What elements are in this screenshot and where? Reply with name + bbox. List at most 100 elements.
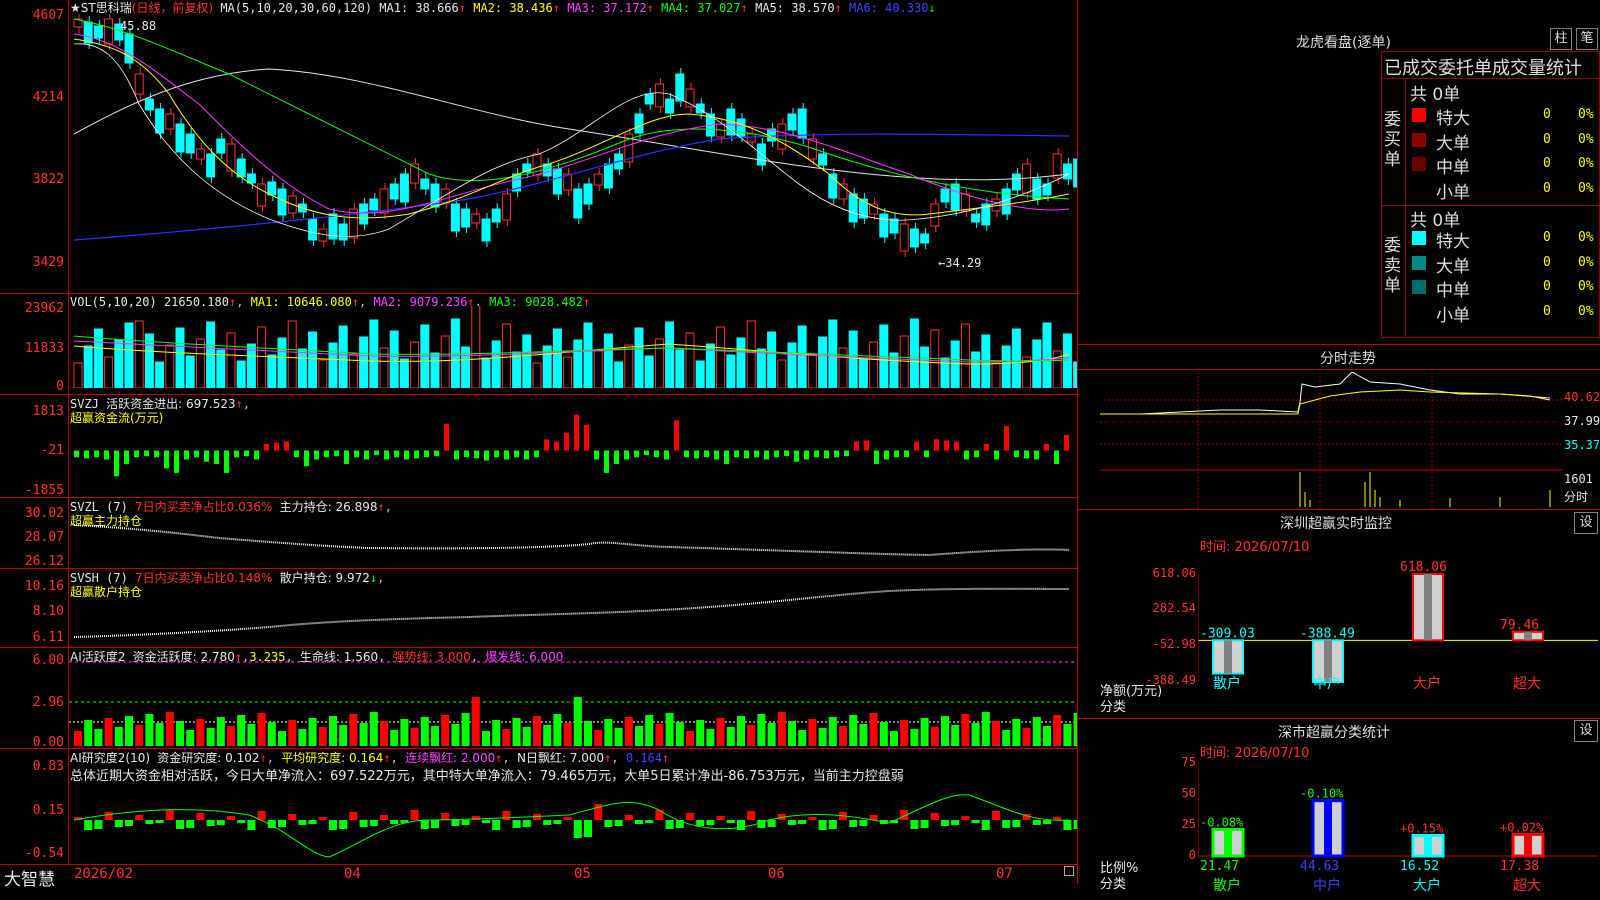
research-bar	[227, 816, 235, 820]
flow-bar	[1024, 450, 1029, 459]
activity-bar	[1002, 730, 1011, 746]
flow-bar	[884, 450, 889, 460]
activity-bar	[257, 713, 266, 746]
candle	[246, 173, 256, 184]
research-chart[interactable]	[69, 785, 1077, 863]
research-bar	[635, 820, 643, 824]
price-axis-label: 3429	[32, 255, 64, 270]
volume-chart[interactable]	[69, 306, 1077, 388]
flow-bar	[734, 450, 739, 458]
volume-bar	[1001, 345, 1011, 388]
monitor-category: 超大	[1513, 676, 1541, 690]
monitor-bar-value: 79.46	[1500, 618, 1539, 633]
tick-view-button[interactable]: 笔	[1576, 28, 1598, 50]
candle	[777, 123, 787, 150]
research-bar	[726, 820, 735, 823]
research-bar	[176, 820, 184, 829]
activity-chart[interactable]	[69, 660, 1077, 746]
candle	[440, 188, 450, 204]
stats-value: 21.47	[1200, 859, 1239, 874]
research-bar	[339, 820, 348, 829]
ma-line-green	[73, 18, 1070, 200]
lock-icon[interactable]	[1064, 866, 1074, 876]
activity-bar	[757, 714, 766, 746]
candle	[369, 198, 379, 211]
activity-bar	[706, 729, 715, 746]
candle	[216, 138, 226, 154]
activity-bar	[339, 725, 348, 746]
monitor-time: 时间: 2026/07/10	[1200, 540, 1310, 555]
fund-flow-chart[interactable]	[69, 410, 1077, 492]
ai1-axis-label: 0.00	[32, 735, 64, 750]
volume-bar	[1032, 339, 1042, 388]
activity-bar	[594, 730, 603, 746]
volume-bar	[991, 362, 1001, 388]
stats-value: 44.63	[1300, 859, 1339, 874]
activity-bar	[533, 716, 541, 746]
flow-bar	[414, 450, 419, 459]
candle	[461, 208, 471, 228]
stats-change: -0.10%	[1300, 787, 1344, 801]
stats-settings-button[interactable]: 设	[1574, 720, 1598, 742]
candle	[308, 218, 318, 241]
research-bar	[369, 820, 378, 826]
activity-bar	[267, 722, 276, 746]
activity-bar	[369, 712, 378, 746]
volume-bar	[318, 359, 328, 388]
lhb-row-name: 大单	[1436, 256, 1470, 277]
panel-divider	[0, 497, 1078, 498]
flow-bar	[664, 450, 669, 460]
activity-bar	[482, 731, 490, 746]
volume-bar	[389, 330, 399, 388]
volume-bar	[573, 339, 583, 388]
flow-bar	[144, 450, 149, 457]
candlestick-chart[interactable]	[69, 14, 1077, 292]
flow-bar	[624, 450, 629, 460]
volume-bar	[399, 358, 409, 388]
candle	[379, 188, 389, 214]
svzj-axis-label: 1813	[32, 404, 64, 419]
period-label[interactable]: (日线，前复权)	[132, 1, 213, 15]
volume-bar	[654, 338, 664, 388]
monitor-bar-chart[interactable]: -309.03 散户 -388.49 中户 618.06 大户 79.46 超大	[1198, 560, 1598, 690]
volume-bar	[308, 331, 318, 388]
main-holding-chart[interactable]	[69, 520, 1077, 565]
activity-bar	[1022, 728, 1031, 746]
activity-bar	[543, 725, 552, 746]
research-bar	[584, 820, 592, 837]
flow-bar	[264, 443, 269, 451]
activity-bar	[1063, 724, 1072, 746]
monitor-settings-button[interactable]: 设	[1574, 512, 1598, 534]
activity-bar	[1032, 717, 1041, 746]
stock-name[interactable]: ★ST思科瑞	[70, 1, 132, 15]
activity-bar	[910, 729, 919, 746]
intraday-chart[interactable]	[1100, 372, 1562, 509]
volume-bar	[359, 336, 369, 388]
color-swatch	[1412, 132, 1426, 147]
bar-view-button[interactable]: 柱	[1550, 28, 1572, 50]
activity-bar	[522, 727, 531, 746]
vol-axis-label: 0	[56, 379, 64, 394]
research-bar	[1032, 820, 1041, 825]
panel-divider	[0, 647, 1078, 648]
volume-bar	[960, 323, 970, 388]
candle	[654, 83, 664, 108]
research-bar	[441, 813, 450, 820]
candle	[971, 213, 981, 223]
retail-holding-chart[interactable]	[69, 585, 1077, 645]
flow-bar	[834, 450, 839, 458]
svzj-axis-label: -21	[40, 443, 64, 458]
volume-bar	[512, 351, 522, 388]
activity-bar	[696, 720, 705, 746]
stats-bar-chart[interactable]: -0.08% 21.47 散户 -0.10% 44.63 中户 +0.15% 16.52 大户 +…	[1198, 760, 1598, 900]
activity-bar	[390, 730, 399, 746]
volume-bar	[1042, 322, 1052, 388]
activity-bar	[329, 716, 337, 746]
research-bar	[808, 817, 817, 820]
flow-bar	[224, 450, 229, 473]
flow-bar	[294, 450, 299, 458]
research-bar	[624, 815, 633, 820]
ai2-header: AI研究度2(10) 资金研究度: 0.102↑, 平均研究度: 0.164↑,…	[70, 751, 670, 765]
volume-bar	[206, 321, 216, 388]
research-bar	[135, 815, 144, 820]
